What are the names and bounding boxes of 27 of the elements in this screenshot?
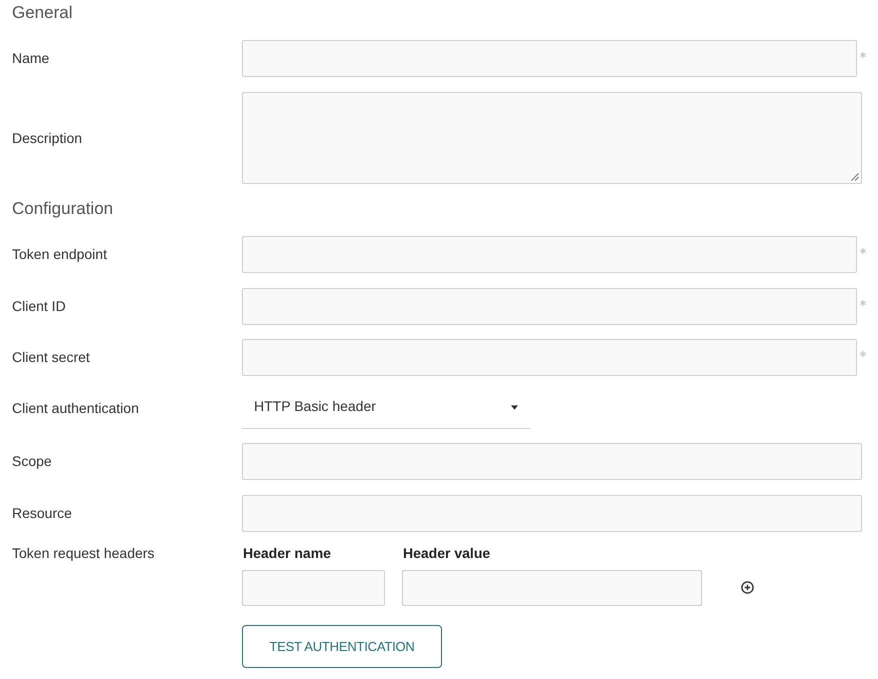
add-icon[interactable] — [741, 581, 754, 594]
input-field[interactable] — [242, 443, 862, 480]
input-field[interactable] — [242, 288, 858, 324]
input-field[interactable] — [242, 339, 858, 376]
field-label: Client secret — [12, 349, 91, 366]
section-heading: General — [12, 3, 72, 23]
input-field[interactable] — [242, 40, 858, 77]
field-label: Client authentication — [12, 400, 140, 417]
field-label: Client ID — [12, 298, 67, 314]
textarea-field[interactable] — [242, 92, 862, 184]
test-authentication-button[interactable]: TEST AUTHENTICATION — [242, 624, 442, 668]
field-label: Description — [12, 130, 84, 146]
input-field[interactable] — [242, 494, 862, 532]
section-heading: Configuration — [12, 199, 114, 219]
column-heading: Header value — [403, 544, 490, 562]
dropdown[interactable]: HTTP Basic header — [242, 388, 530, 429]
field-label: Token endpoint — [12, 246, 108, 263]
field-label: Name — [12, 50, 50, 67]
resize-handle-icon[interactable] — [851, 173, 859, 181]
input-field[interactable] — [242, 236, 858, 273]
column-heading: Header name — [243, 544, 331, 562]
input-field[interactable] — [402, 570, 702, 606]
field-label: Resource — [12, 504, 73, 522]
input-field[interactable] — [242, 570, 385, 606]
field-label: Scope — [12, 453, 53, 470]
field-label: Token request headers — [12, 544, 156, 562]
caret-icon — [511, 404, 518, 410]
